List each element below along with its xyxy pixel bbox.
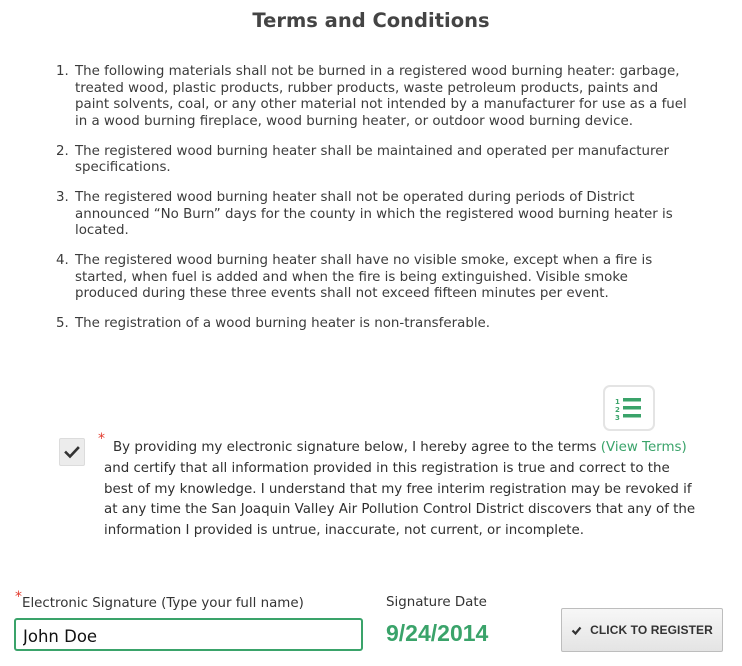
list-item-number: 4. xyxy=(56,253,69,268)
signature-input[interactable] xyxy=(14,618,363,651)
svg-text:1: 1 xyxy=(615,398,620,406)
list-item-text: The following materials shall not be bur… xyxy=(75,64,687,129)
agreement-text-after: and certify that all information provide… xyxy=(104,460,696,539)
terms-list: 1. The following materials shall not be … xyxy=(50,64,690,333)
agreement-text-before: By providing my electronic signature bel… xyxy=(113,440,597,455)
svg-text:2: 2 xyxy=(615,406,620,414)
checkmark-icon xyxy=(64,446,80,459)
list-item-number: 1. xyxy=(56,64,69,79)
signature-date-label: Signature Date xyxy=(386,595,487,610)
register-button[interactable]: CLICK TO REGISTER xyxy=(561,608,723,652)
agreement-text: By providing my electronic signature bel… xyxy=(104,438,696,542)
terms-list-item: 3. The registered wood burning heater sh… xyxy=(50,190,690,240)
register-button-label: CLICK TO REGISTER xyxy=(590,623,713,637)
list-item-text: The registered wood burning heater shall… xyxy=(75,190,673,238)
signature-label: Electronic Signature (Type your full nam… xyxy=(22,596,304,611)
page-title: Terms and Conditions xyxy=(252,9,490,32)
terms-list-item: 2. The registered wood burning heater sh… xyxy=(50,144,690,177)
terms-list-item: 4. The registered wood burning heater sh… xyxy=(50,253,690,303)
list-item-text: The registered wood burning heater shall… xyxy=(75,253,653,301)
checkmark-icon xyxy=(571,626,582,635)
required-marker: * xyxy=(15,589,22,605)
list-item-number: 5. xyxy=(56,316,69,331)
terms-list-item: 1. The following materials shall not be … xyxy=(50,64,690,130)
svg-text:3: 3 xyxy=(615,414,620,422)
agree-checkbox[interactable] xyxy=(59,438,85,466)
list-item-text: The registered wood burning heater shall… xyxy=(75,143,669,176)
list-item-number: 2. xyxy=(56,143,69,159)
list-item-number: 3. xyxy=(56,190,69,205)
view-terms-icon-button[interactable]: 1 2 3 xyxy=(603,385,655,431)
signature-date-value: 9/24/2014 xyxy=(386,620,489,646)
view-terms-link[interactable]: (View Terms) xyxy=(601,440,687,455)
numbered-list-icon: 1 2 3 xyxy=(615,398,641,422)
list-item-text: The registration of a wood burning heate… xyxy=(75,316,491,331)
terms-list-item: 5. The registration of a wood burning he… xyxy=(50,316,690,333)
